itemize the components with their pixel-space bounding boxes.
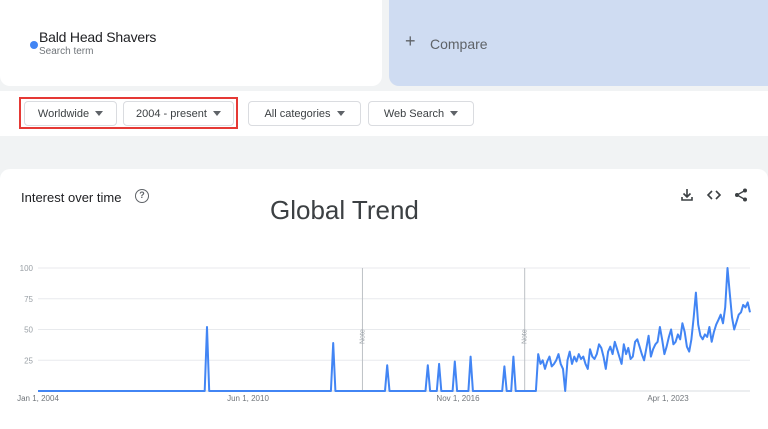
search-term-card[interactable]: Bald Head Shavers Search term [0,0,382,86]
category-dropdown[interactable]: All categories [248,101,361,126]
y-tick-label: 100 [20,264,34,273]
annotation-highlight-box [19,97,238,129]
search-term-name[interactable]: Bald Head Shavers [39,29,156,45]
x-tick-label: Nov 1, 2016 [436,394,480,403]
caret-down-icon [450,111,459,116]
x-tick-label: Apr 1, 2023 [647,394,689,403]
caret-down-icon [336,111,345,116]
interest-over-time-card: Interest over time ? Global Trend 100 75 5… [0,169,768,429]
series-color-dot [30,41,38,49]
search-term-subtitle: Search term [39,46,94,57]
y-tick-label: 25 [24,356,33,365]
x-tick-label: Jan 1, 2004 [17,394,59,403]
y-tick-label: 75 [24,295,33,304]
category-label: All categories [264,107,331,120]
note-label: Note [522,329,529,344]
search-type-label: Web Search [383,107,445,120]
search-type-dropdown[interactable]: Web Search [368,101,474,126]
compare-label: Compare [430,36,488,52]
y-tick-label: 50 [24,326,33,335]
note-label: Note [359,329,366,344]
plus-icon: + [405,31,416,51]
x-tick-label: Jun 1, 2010 [227,394,269,403]
interest-line-chart: 100 75 50 25 Jan 1, 2004 Jun 1, 2010 Nov 1, 20… [17,264,751,403]
compare-button[interactable]: + Compare [389,0,768,86]
